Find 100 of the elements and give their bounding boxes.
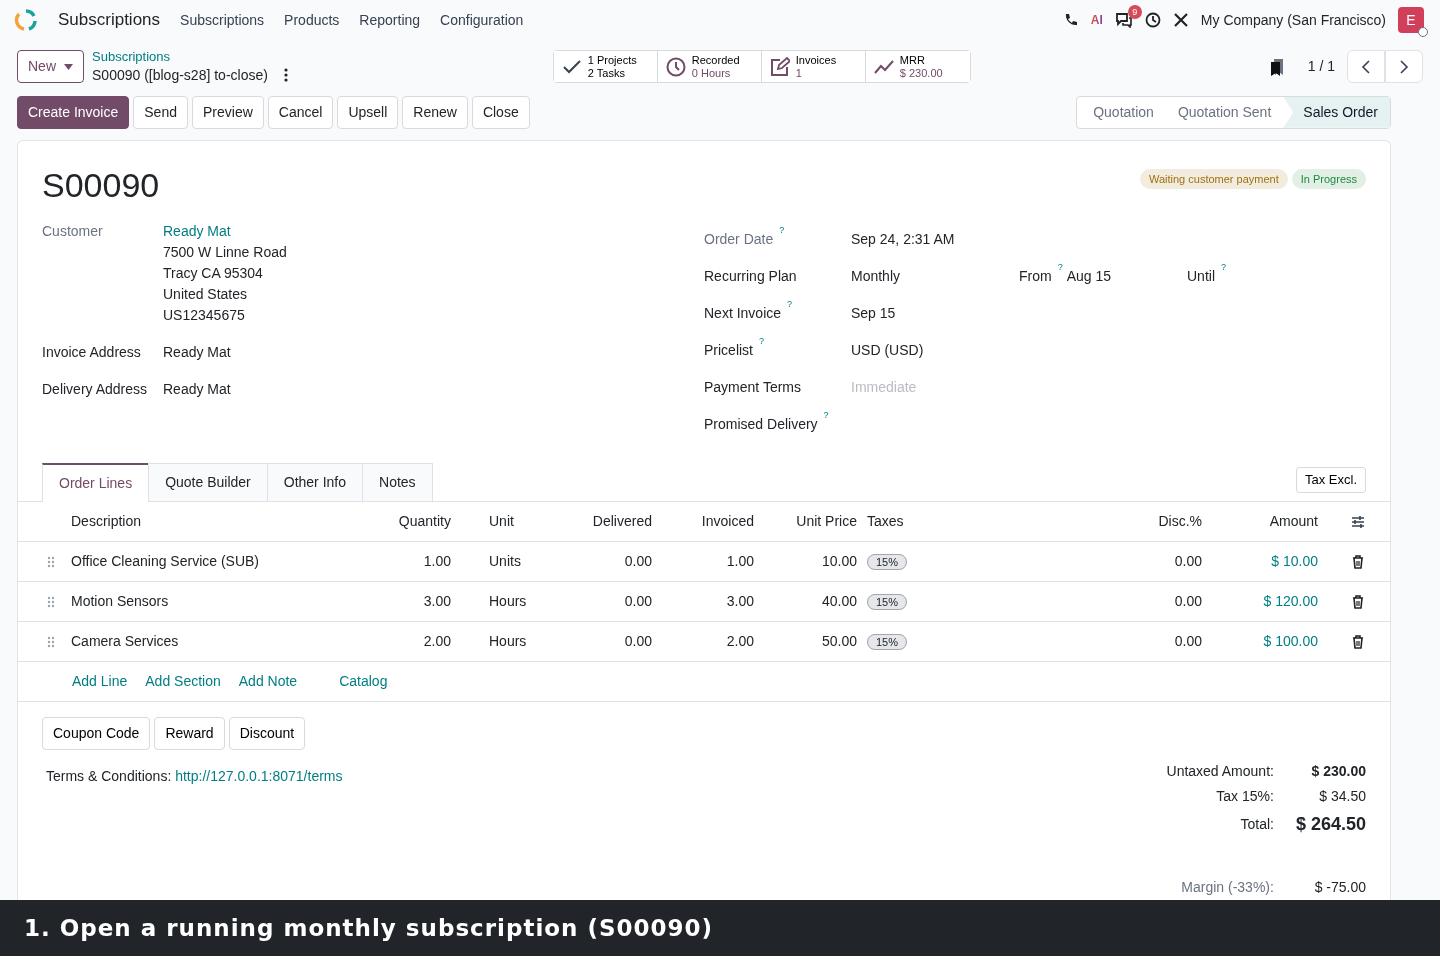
help-mark[interactable]: ? <box>759 336 765 347</box>
bookmark-icon[interactable] <box>1269 57 1284 76</box>
action-button[interactable]: Renew <box>402 95 468 129</box>
form-tab[interactable]: Notes <box>362 462 433 501</box>
terms-link[interactable]: http://127.0.0.1:8071/terms <box>175 768 343 784</box>
table-cell: 40.00 <box>762 581 859 622</box>
chat-icon[interactable] <box>1114 12 1133 29</box>
caret-icon <box>64 63 73 70</box>
table-cell: 2.00 <box>381 621 459 662</box>
field-label: Payment Terms <box>704 378 801 395</box>
customer-link[interactable]: Ready Mat <box>163 220 287 242</box>
add-line-link[interactable]: Add Note <box>238 671 298 692</box>
column-header: Taxes <box>859 501 1001 542</box>
table-cell: Hours <box>459 581 581 622</box>
table-cell: 3.00 <box>660 581 762 622</box>
menu-item[interactable]: Products <box>284 9 340 31</box>
total-label: Total: <box>1239 815 1274 834</box>
company-name[interactable]: My Company (San Francisco) <box>1200 9 1386 31</box>
total-label: Margin (-33%): <box>1180 878 1274 897</box>
table-cell: 50.00 <box>762 621 859 662</box>
promo-button[interactable]: Coupon Code <box>42 717 151 750</box>
record-title: S00090 ([blog-s28] to-close) <box>92 65 268 85</box>
field-label: Delivery Address <box>42 379 149 399</box>
tax-toggle-button[interactable]: Tax Excl. <box>1296 466 1366 493</box>
breadcrumb-link[interactable]: Subscriptions <box>92 48 288 65</box>
status-step[interactable]: Quotation Sent <box>1165 96 1284 128</box>
action-button[interactable]: Close <box>471 95 530 129</box>
drag-handle-icon[interactable] <box>47 636 55 649</box>
action-button[interactable]: Cancel <box>267 95 334 129</box>
app-name[interactable]: Subscriptions <box>58 7 161 33</box>
column-header: Amount <box>1210 501 1326 542</box>
previous-button[interactable] <box>1347 50 1385 84</box>
add-line-link[interactable]: Catalog <box>339 671 388 692</box>
tax-tag: 15% <box>867 554 908 570</box>
app-logo-icon[interactable] <box>14 8 38 33</box>
field-value: Sep 24, 2:31 AM <box>851 229 956 249</box>
new-button[interactable]: New <box>17 50 84 84</box>
menu-item[interactable]: Reporting <box>359 9 421 31</box>
total-value: $ 264.50 <box>1294 813 1366 836</box>
next-button[interactable] <box>1385 50 1423 84</box>
table-cell: 3.00 <box>381 581 459 622</box>
field-value: Monthly <box>851 266 902 286</box>
status-tag: Waiting customer payment <box>1139 168 1288 189</box>
add-line-link[interactable]: Add Line <box>72 671 128 692</box>
table-cell: 0.00 <box>581 621 660 662</box>
promo-button[interactable]: Reward <box>154 717 225 750</box>
field-label: Customer <box>42 221 104 241</box>
trash-icon[interactable] <box>1352 595 1364 610</box>
action-button[interactable]: Upsell <box>337 95 399 129</box>
record-name: S00090 <box>42 164 160 205</box>
address-line: United States <box>163 284 249 304</box>
form-tab[interactable]: Quote Builder <box>148 462 268 501</box>
address-line: US12345675 <box>163 305 246 325</box>
chevron-left-icon <box>1361 60 1371 75</box>
promo-button[interactable]: Discount <box>228 717 306 750</box>
total-label: Untaxed Amount: <box>1166 762 1274 781</box>
help-mark[interactable]: ? <box>779 225 785 236</box>
form-tab[interactable]: Other Info <box>266 462 364 501</box>
table-cell: Camera Services <box>63 621 381 662</box>
menu-item[interactable]: Configuration <box>440 9 524 31</box>
help-mark[interactable]: ? <box>823 410 829 421</box>
field-value: Ready Mat <box>163 342 231 362</box>
column-header: Invoiced <box>660 501 762 542</box>
status-step[interactable]: Quotation <box>1081 96 1166 128</box>
column-header: Unit Price <box>762 501 859 542</box>
trash-icon[interactable] <box>1352 635 1364 650</box>
status-step[interactable]: Sales Order <box>1283 96 1390 128</box>
help-mark[interactable]: ? <box>787 299 793 310</box>
table-cell: 1.00 <box>381 541 459 582</box>
field-value: USD (USD) <box>851 340 925 360</box>
help-mark[interactable]: ? <box>1221 262 1227 273</box>
table-cell: 0.00 <box>581 541 660 582</box>
stat-button[interactable]: 1 Projects 2 Tasks <box>553 51 658 83</box>
menu-item[interactable]: Subscriptions <box>180 9 265 31</box>
field-label: Promised Delivery <box>704 415 818 432</box>
action-button[interactable]: Preview <box>192 95 264 129</box>
form-tab[interactable]: Order Lines <box>42 462 150 502</box>
trash-icon[interactable] <box>1352 555 1364 570</box>
table-cell: 2.00 <box>660 621 762 662</box>
action-button[interactable]: Create Invoice <box>17 95 130 129</box>
kebab-menu-icon[interactable] <box>283 67 288 82</box>
action-button[interactable]: Send <box>133 95 188 129</box>
column-settings-icon[interactable] <box>1351 515 1365 530</box>
drag-handle-icon[interactable] <box>47 556 55 569</box>
status-dot <box>1418 27 1428 38</box>
add-line-link[interactable]: Add Section <box>145 671 221 692</box>
clock-icon[interactable] <box>1144 12 1161 29</box>
edit-icon <box>769 56 790 77</box>
total-label: Tax 15%: <box>1215 787 1274 806</box>
chevron-right-icon <box>1399 60 1409 75</box>
field-label: Invoice Address <box>42 342 142 362</box>
field-label: Pricelist <box>704 341 753 358</box>
total-value: $ -75.00 <box>1313 878 1366 897</box>
table-cell: 1.00 <box>660 541 762 582</box>
table-cell: 0.00 <box>581 581 660 622</box>
table-cell: Motion Sensors <box>63 581 381 622</box>
field-label: From <box>1019 267 1052 284</box>
drag-handle-icon[interactable] <box>47 596 55 609</box>
help-mark[interactable]: ? <box>1057 262 1063 273</box>
column-header: Quantity <box>381 501 459 542</box>
